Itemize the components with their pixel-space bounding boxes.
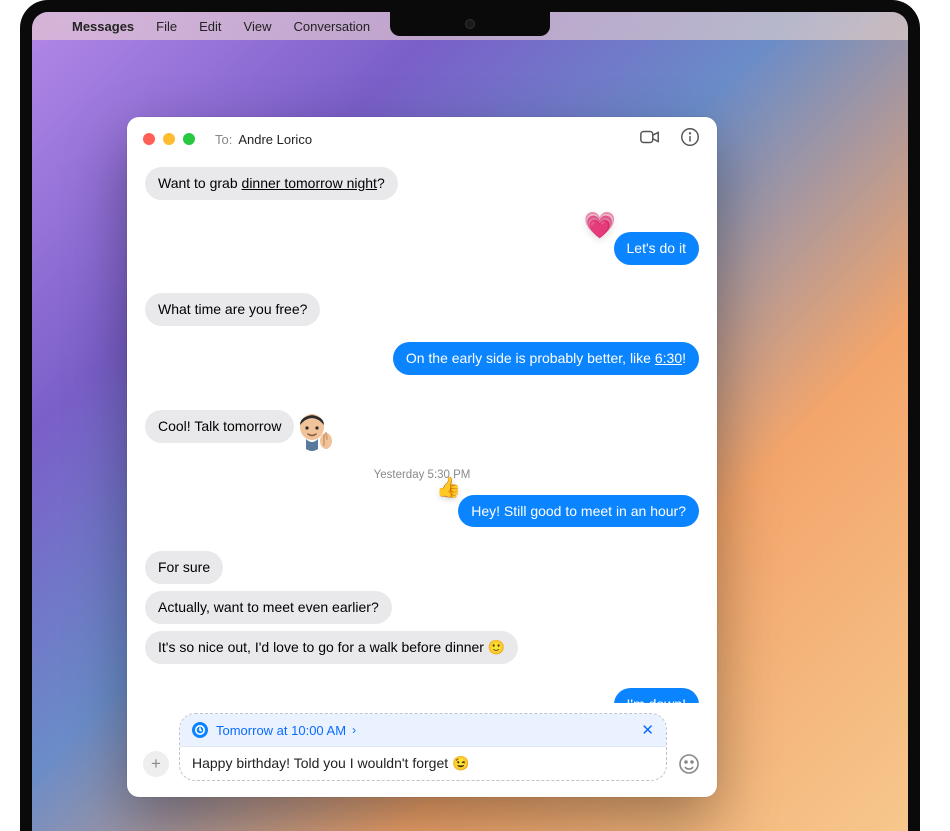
heart-tapback-icon[interactable]: 💗 <box>584 210 616 241</box>
minimize-button[interactable] <box>163 133 175 145</box>
to-label: To: <box>215 132 232 147</box>
message-bubble[interactable]: Hey! Still good to meet in an hour? <box>458 495 699 528</box>
message-bubble[interactable]: What time are you free? <box>145 293 320 326</box>
window-titlebar: To: Andre Lorico <box>127 117 717 161</box>
info-icon[interactable] <box>679 126 701 153</box>
memoji-sticker-icon[interactable] <box>290 409 338 457</box>
zoom-button[interactable] <box>183 133 195 145</box>
send-later-pill[interactable]: Tomorrow at 10:00 AM › ✕ <box>180 714 666 747</box>
compose-box: Tomorrow at 10:00 AM › ✕ Happy birthday!… <box>179 713 667 781</box>
cancel-send-later-icon[interactable]: ✕ <box>641 721 654 739</box>
messages-window: To: Andre Lorico Want to grab dinner tom… <box>127 117 717 797</box>
menu-file[interactable]: File <box>156 19 177 34</box>
clock-icon <box>192 722 208 738</box>
thumbsup-tapback-icon[interactable]: 👍 <box>436 475 461 500</box>
message-bubble[interactable]: Cool! Talk tomorrow <box>145 410 294 443</box>
menu-view[interactable]: View <box>244 19 272 34</box>
emoji-picker-icon[interactable] <box>677 752 701 776</box>
tapback-wrapper: 💗 Let's do it <box>614 232 700 265</box>
message-bubble[interactable]: Let's do it <box>614 232 700 265</box>
chevron-right-icon: › <box>352 723 356 737</box>
laptop-frame: Messages File Edit View Conversation For… <box>20 0 920 831</box>
apps-button[interactable]: + <box>143 751 169 777</box>
app-menu[interactable]: Messages <box>72 19 134 34</box>
message-bubble[interactable]: It's so nice out, I'd love to go for a w… <box>145 631 518 664</box>
compose-area: + Tomorrow at 10:00 AM › ✕ Happy birthda… <box>127 703 717 797</box>
facetime-icon[interactable] <box>639 126 661 153</box>
close-button[interactable] <box>143 133 155 145</box>
message-bubble[interactable]: On the early side is probably better, li… <box>393 342 699 375</box>
conversation-view[interactable]: Want to grab dinner tomorrow night? 💗 Le… <box>127 161 717 703</box>
to-field[interactable]: To: Andre Lorico <box>215 132 312 147</box>
message-input[interactable]: Happy birthday! Told you I wouldn't forg… <box>180 747 666 780</box>
to-recipient: Andre Lorico <box>238 132 312 147</box>
menu-edit[interactable]: Edit <box>199 19 221 34</box>
message-bubble[interactable]: Want to grab dinner tomorrow night? <box>145 167 398 200</box>
send-later-time: Tomorrow at 10:00 AM <box>216 723 346 738</box>
menu-conversation[interactable]: Conversation <box>293 19 370 34</box>
message-bubble[interactable]: For sure <box>145 551 223 584</box>
message-bubble[interactable]: I'm down! <box>614 688 699 703</box>
tapback-wrapper: 👍 Hey! Still good to meet in an hour? <box>458 495 699 528</box>
traffic-lights <box>143 133 195 145</box>
timestamp: Yesterday 5:30 PM <box>145 469 699 481</box>
display-notch <box>390 12 550 36</box>
message-bubble[interactable]: Actually, want to meet even earlier? <box>145 591 392 624</box>
